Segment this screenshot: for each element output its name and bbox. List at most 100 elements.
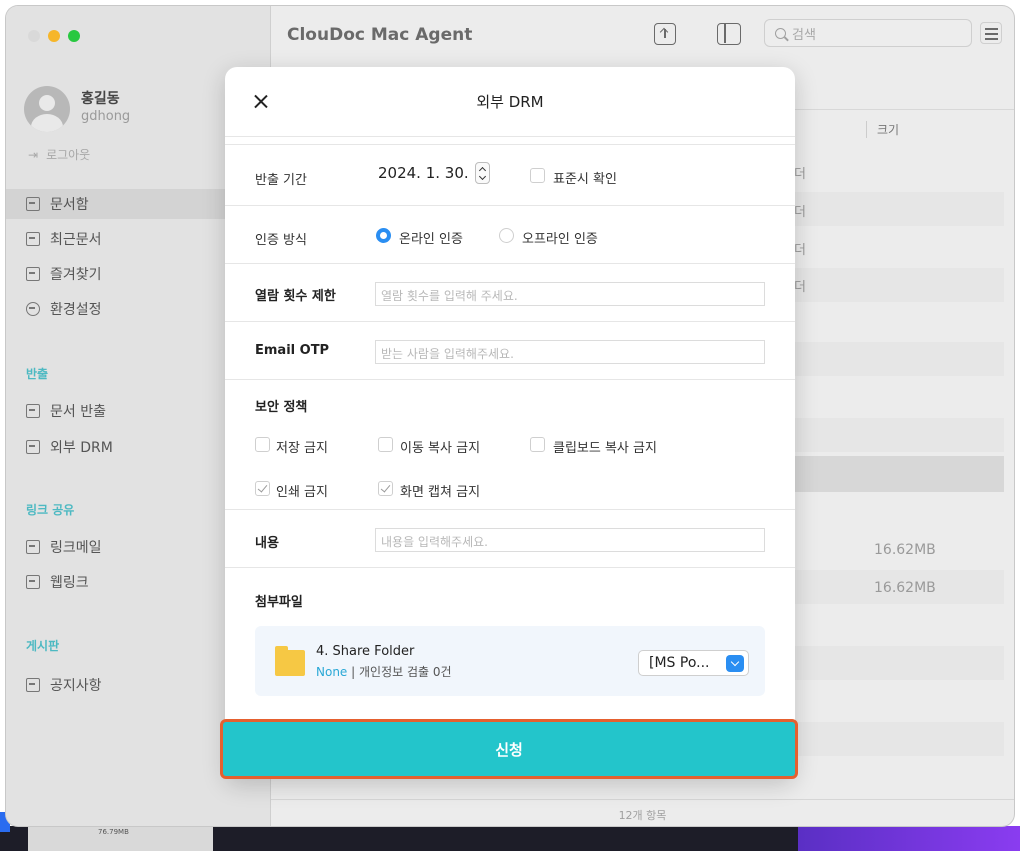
folder-icon <box>275 646 305 676</box>
export-period-row: 반출 기간 <box>225 145 795 206</box>
list-row-fragment: 더 <box>794 205 806 220</box>
list-row-stripe <box>794 192 1004 226</box>
user-name: 홍길동 <box>81 91 120 107</box>
logout-label: 로그아웃 <box>46 148 91 162</box>
desktop-thumbnail: 76.79MB <box>28 826 213 851</box>
notice-icon <box>26 678 40 692</box>
list-row-fragment: 더 <box>794 243 806 258</box>
screen-capture-block-label: 화면 캡쳐 금지 <box>400 485 481 500</box>
list-row-stripe <box>794 268 1004 302</box>
sidebar-item-label: 외부 DRM <box>50 440 113 456</box>
save-block-checkbox[interactable] <box>255 437 270 452</box>
clipboard-block-label: 클립보드 복사 금지 <box>553 441 657 456</box>
content-input[interactable]: 내용을 입력해주세요. <box>375 528 765 552</box>
attachment-status-detail: 개인정보 검출 0건 <box>359 665 452 679</box>
web-link-icon <box>26 575 40 589</box>
attachment-status: None | 개인정보 검출 0건 <box>316 663 452 680</box>
dialog-spacer <box>225 137 795 145</box>
list-row-selected[interactable] <box>794 456 1004 492</box>
submit-button[interactable]: 신청 <box>223 722 795 776</box>
list-row-stripe <box>794 722 1004 756</box>
list-row-fragment: 더 <box>794 167 806 182</box>
section-export: 반출 <box>26 367 49 381</box>
size-column-header[interactable]: 크기 <box>866 121 899 138</box>
offline-auth-label: 오프라인 인증 <box>522 232 598 247</box>
logout-button[interactable]: ⇥ 로그아웃 <box>28 146 90 163</box>
auth-method-label: 인증 방식 <box>255 233 307 248</box>
search-input[interactable]: 검색 <box>764 19 972 47</box>
minimize-window-button[interactable] <box>48 30 60 42</box>
policy-select[interactable]: [MS Po... <box>638 650 749 676</box>
policy-select-value: [MS Po... <box>649 655 710 671</box>
gear-icon <box>26 302 40 316</box>
standard-time-checkbox[interactable] <box>530 168 545 183</box>
folder-icon <box>26 197 40 211</box>
file-size: 16.62MB <box>874 580 936 596</box>
maximize-window-button[interactable] <box>68 30 80 42</box>
avatar <box>24 86 70 132</box>
sidebar-item-label: 웹링크 <box>50 575 89 591</box>
sidebar-item-label: 환경설정 <box>50 302 102 318</box>
window-title: ClouDoc Mac Agent <box>287 25 473 45</box>
list-row-stripe <box>794 646 1004 680</box>
external-drm-dialog: 외부 DRM 반출 기간 2024. 1. 30. 표준시 확인 인증 방식 온… <box>225 67 795 779</box>
desktop-background <box>798 826 1020 851</box>
sidebar-item-label: 문서함 <box>50 197 89 213</box>
online-auth-label: 온라인 인증 <box>399 232 463 247</box>
logout-icon: ⇥ <box>28 147 39 162</box>
section-board: 게시판 <box>26 639 60 653</box>
list-row-stripe <box>794 342 1004 376</box>
sidebar-item-label: 즐겨찾기 <box>50 267 102 283</box>
dialog-title: 외부 DRM <box>476 93 544 111</box>
print-block-checkbox[interactable] <box>255 481 270 496</box>
thumbnail-size: 76.79MB <box>98 828 129 836</box>
attachment-item: 4. Share Folder None | 개인정보 검출 0건 [MS Po… <box>255 626 765 696</box>
view-limit-label: 열람 횟수 제한 <box>255 289 336 304</box>
content-label: 내용 <box>255 536 279 551</box>
move-copy-block-label: 이동 복사 금지 <box>400 441 481 456</box>
close-window-button[interactable] <box>28 30 40 42</box>
view-limit-input[interactable]: 열람 횟수를 입력해 주세요. <box>375 282 765 306</box>
sidebar-item-label: 공지사항 <box>50 678 102 694</box>
attachment-separator: | <box>351 665 356 679</box>
screen-capture-block-checkbox[interactable] <box>378 481 393 496</box>
print-block-label: 인쇄 금지 <box>276 485 328 500</box>
online-auth-radio[interactable] <box>376 228 391 243</box>
security-policy-label: 보안 정책 <box>255 400 308 415</box>
move-copy-block-checkbox[interactable] <box>378 437 393 452</box>
chevron-down-icon <box>726 655 744 672</box>
search-icon <box>775 27 786 39</box>
export-date-field[interactable]: 2024. 1. 30. <box>378 162 490 184</box>
upload-icon[interactable] <box>654 23 676 45</box>
sidebar-item-label: 링크메일 <box>50 540 102 556</box>
date-stepper[interactable] <box>474 162 490 184</box>
status-bar: 12개 항목 <box>271 799 1014 826</box>
file-size: 16.62MB <box>874 542 936 558</box>
attachment-name: 4. Share Folder <box>316 644 415 659</box>
link-mail-icon <box>26 540 40 554</box>
email-otp-label: Email OTP <box>255 343 330 358</box>
sidebar-item-label: 문서 반출 <box>50 404 106 420</box>
standard-time-label: 표준시 확인 <box>553 172 617 187</box>
sidebar-panel-icon[interactable] <box>717 23 741 45</box>
attachment-status-tag: None <box>316 665 348 679</box>
favorite-icon <box>26 267 40 281</box>
dialog-header: 외부 DRM <box>225 67 795 137</box>
recent-doc-icon <box>26 232 40 246</box>
section-link-share: 링크 공유 <box>26 503 75 517</box>
external-drm-icon <box>26 440 40 454</box>
search-placeholder: 검색 <box>792 27 816 43</box>
email-otp-input[interactable]: 받는 사람을 입력해주세요. <box>375 340 765 364</box>
attachment-label: 첨부파일 <box>255 595 303 610</box>
clipboard-block-checkbox[interactable] <box>530 437 545 452</box>
export-date-value: 2024. 1. 30. <box>378 164 469 182</box>
user-id: gdhong <box>81 109 131 124</box>
list-row-fragment: 더 <box>794 280 806 295</box>
filter-icon[interactable] <box>980 22 1002 44</box>
offline-auth-radio[interactable] <box>499 228 514 243</box>
export-doc-icon <box>26 404 40 418</box>
save-block-label: 저장 금지 <box>276 441 328 456</box>
export-period-label: 반출 기간 <box>255 173 307 188</box>
sidebar-item-label: 최근문서 <box>50 232 102 248</box>
list-row-stripe <box>794 418 1004 452</box>
